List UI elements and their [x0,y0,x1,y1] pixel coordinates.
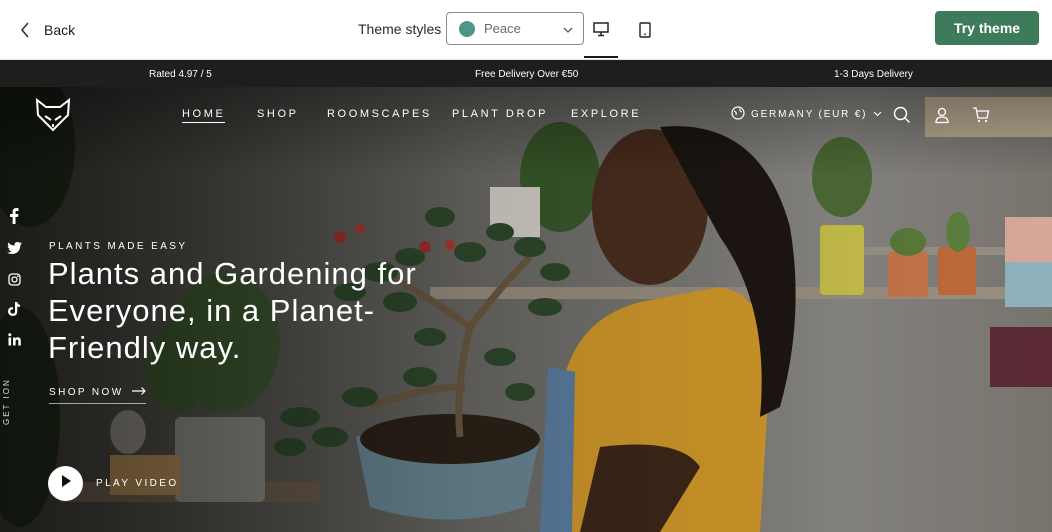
play-video-button[interactable] [48,466,83,501]
shop-now-link[interactable]: SHOP NOW [49,387,146,404]
twitter-icon[interactable] [6,240,22,256]
back-label: Back [44,22,76,38]
style-color-swatch [459,20,475,37]
selected-style-value: Peace [484,21,521,36]
hero-section: HOME SHOP ROOMSCAPES PLANT DROP EXPLORE … [0,87,1052,532]
shop-now-label: SHOP NOW [49,387,124,398]
nav-shop[interactable]: SHOP [257,108,299,120]
announcement-free-delivery: Free Delivery Over €50 [475,69,579,80]
mobile-view-button[interactable] [628,18,662,46]
theme-style-select[interactable]: Peace [446,12,584,45]
announcement-rating: Rated 4.97 / 5 [149,69,212,80]
region-label: GERMANY (EUR €) [751,109,868,120]
announcement-delivery-time: 1-3 Days Delivery [834,69,913,80]
hero-eyebrow: PLANTS MADE EASY [49,241,188,252]
theme-preview-bar: Back Theme styles Peace Try theme [0,0,1052,60]
mobile-icon [639,21,651,43]
play-icon [60,474,72,493]
chevron-down-icon [873,109,882,120]
desktop-view-button[interactable] [584,18,618,46]
nav-plant-drop[interactable]: PLANT DROP [452,108,548,120]
chevron-down-icon [563,20,573,38]
side-vertical-text: GET ION [2,378,11,425]
globe-icon [731,106,745,123]
facebook-icon[interactable] [6,208,22,224]
theme-styles-label: Theme styles [358,21,442,37]
linkedin-icon[interactable] [6,331,22,347]
instagram-icon[interactable] [6,271,22,287]
region-selector[interactable]: GERMANY (EUR €) [731,106,882,123]
back-button[interactable]: Back [20,17,75,43]
hero-headline: Plants and Gardening for Everyone, in a … [48,256,417,365]
announcement-bar: Rated 4.97 / 5 Free Delivery Over €50 1-… [0,60,1052,87]
chevron-left-icon [20,22,30,38]
try-theme-button[interactable]: Try theme [935,11,1039,45]
active-device-indicator [584,56,618,58]
tiktok-icon[interactable] [6,301,22,317]
play-video-label[interactable]: PLAY VIDEO [96,478,179,489]
arrow-right-icon [131,387,146,398]
nav-home[interactable]: HOME [182,108,226,123]
nav-roomscapes[interactable]: ROOMSCAPES [327,108,432,120]
cart-icon[interactable] [972,106,990,124]
desktop-icon [593,22,609,42]
account-icon[interactable] [933,106,951,124]
nav-explore[interactable]: EXPLORE [571,108,641,120]
search-icon[interactable] [893,106,911,124]
fox-logo-icon[interactable] [34,97,72,133]
